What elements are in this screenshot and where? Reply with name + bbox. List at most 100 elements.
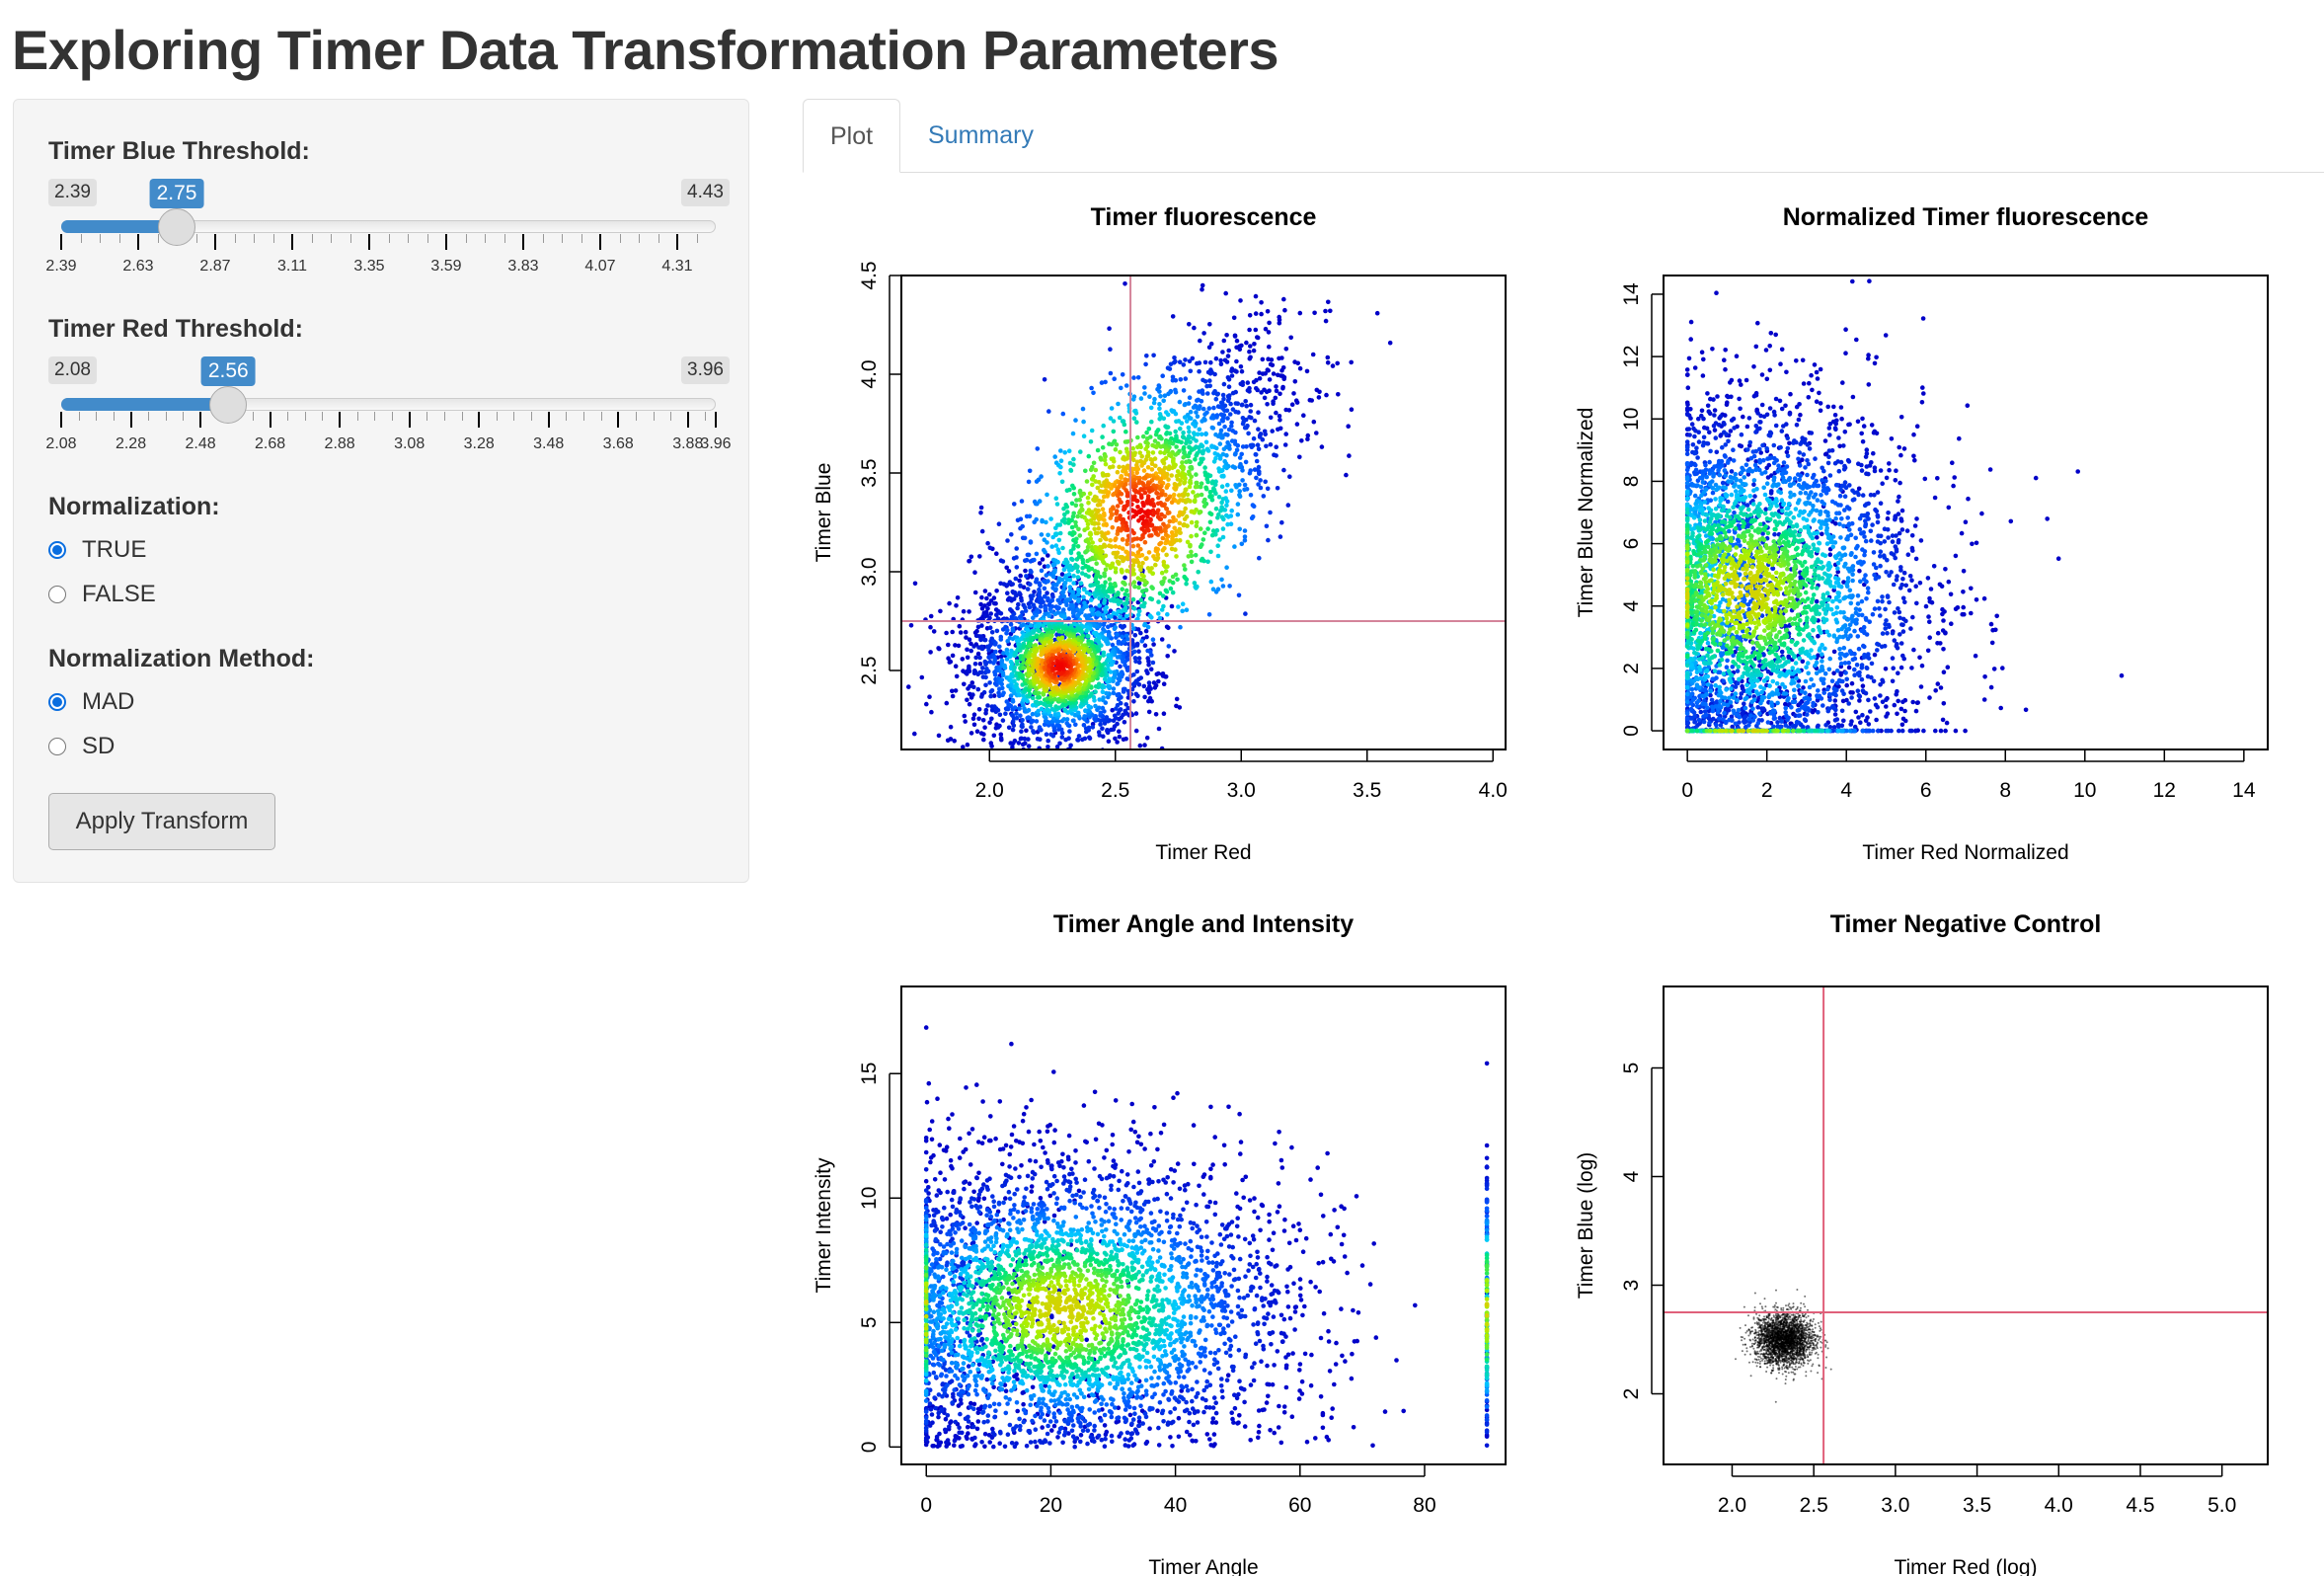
data-point: [1328, 308, 1333, 314]
slider-min-label: 2.39: [48, 179, 97, 206]
data-point: [1827, 552, 1833, 557]
data-point: [1783, 403, 1788, 409]
data-point: [1117, 415, 1123, 421]
data-point: [1826, 426, 1832, 431]
method-sd-radio[interactable]: SD: [48, 733, 115, 760]
data-point: [1170, 574, 1176, 580]
data-point: [1216, 421, 1222, 427]
data-point: [1043, 549, 1047, 555]
data-point: [1898, 706, 1904, 712]
normalized-timer-fluorescence-plot: Normalized Timer fluorescence0 2 4 6 8 10 12 14…: [1575, 203, 2269, 864]
data-point: [1106, 624, 1111, 630]
data-point: [1229, 488, 1234, 494]
data-point: [1021, 666, 1027, 670]
data-point: [1205, 559, 1210, 565]
data-point: [1239, 402, 1245, 408]
slider-major-tick: [408, 412, 411, 428]
data-point: [1049, 706, 1055, 712]
data-point: [1912, 457, 1917, 463]
data-point: [1015, 662, 1020, 667]
data-point: [1157, 406, 1162, 412]
data-point: [977, 554, 982, 559]
data-point: [1133, 411, 1139, 416]
data-point: [1812, 362, 1818, 367]
data-point: [1018, 573, 1023, 579]
data-point: [991, 733, 997, 739]
data-point: [1132, 656, 1138, 661]
data-point: [1247, 327, 1252, 333]
slider-minor-tick: [252, 412, 254, 421]
data-point: [1282, 442, 1288, 447]
data-point: [1215, 515, 1220, 520]
data-point: [1067, 729, 1072, 734]
radio-checked-icon[interactable]: [48, 541, 66, 559]
slider-major-tick: [686, 412, 689, 428]
data-point: [1113, 736, 1118, 742]
data-point: [1186, 554, 1192, 559]
blue-threshold-slider[interactable]: 2.39 4.43 2.75 2.39 2.63 2.87 3.11 3.35 3.59 3.83…: [45, 179, 730, 307]
tab-plot[interactable]: Plot: [803, 99, 901, 173]
data-point: [1189, 533, 1194, 539]
slider-minor-tick: [311, 234, 313, 243]
data-point: [1085, 525, 1090, 531]
data-point: [1208, 579, 1214, 585]
normalization-true-radio[interactable]: TRUE: [48, 536, 146, 564]
data-point: [1979, 511, 1984, 516]
plot-title: Normalized Timer fluorescence: [1783, 203, 2149, 231]
data-point: [1031, 729, 1036, 734]
method-mad-radio[interactable]: MAD: [48, 688, 134, 716]
data-point: [1215, 404, 1221, 409]
data-point: [1105, 728, 1110, 733]
data-point: [1809, 372, 1814, 378]
tab-summary[interactable]: Summary: [901, 99, 1060, 172]
data-point: [950, 629, 955, 635]
data-point: [1004, 699, 1010, 704]
apply-transform-button[interactable]: Apply Transform: [48, 793, 275, 850]
data-point: [967, 701, 972, 707]
slider-tick-label: 2.28: [115, 435, 147, 452]
data-point: [1801, 381, 1807, 386]
data-point: [1100, 507, 1106, 512]
data-point: [1075, 564, 1080, 569]
data-point: [1052, 611, 1058, 616]
data-point: [938, 608, 943, 614]
data-point: [946, 642, 951, 648]
data-point: [1223, 489, 1229, 494]
data-point: [1035, 774, 1040, 779]
slider-tick-label: 3.59: [430, 258, 462, 275]
data-point: [1005, 538, 1010, 543]
slider-handle[interactable]: [209, 386, 248, 424]
data-point: [1017, 591, 1022, 595]
data-point: [968, 683, 972, 689]
radio-unchecked-icon[interactable]: [48, 586, 66, 603]
data-point: [1920, 385, 1925, 390]
data-point: [953, 688, 959, 693]
data-point: [1193, 424, 1198, 429]
data-point: [1032, 771, 1037, 776]
data-point: [1059, 572, 1065, 577]
data-point: [1023, 813, 1028, 818]
data-point: [1937, 582, 1943, 588]
data-point: [988, 611, 993, 616]
data-point: [1278, 534, 1283, 539]
data-point: [1172, 649, 1177, 654]
data-point: [1132, 584, 1137, 590]
red-threshold-slider[interactable]: 2.08 3.96 2.56 2.08 2.28 2.48 2.68 2.88 3.08 3.28…: [45, 356, 732, 485]
normalization-false-radio[interactable]: FALSE: [48, 581, 156, 608]
data-point: [1166, 260, 1171, 265]
data-point: [1923, 603, 1929, 609]
data-point: [1140, 560, 1145, 566]
data-point: [967, 609, 971, 614]
radio-unchecked-icon[interactable]: [48, 738, 66, 755]
data-point: [1141, 592, 1146, 598]
slider-tick-label: 3.96: [700, 435, 732, 452]
data-point: [1832, 413, 1838, 418]
data-point: [1817, 390, 1821, 396]
data-point: [1188, 480, 1193, 485]
data-point: [1088, 530, 1093, 536]
radio-checked-icon[interactable]: [48, 693, 66, 711]
data-point: [1777, 398, 1783, 404]
data-point: [982, 589, 988, 593]
slider-handle[interactable]: [158, 208, 195, 246]
data-point: [1029, 725, 1034, 730]
